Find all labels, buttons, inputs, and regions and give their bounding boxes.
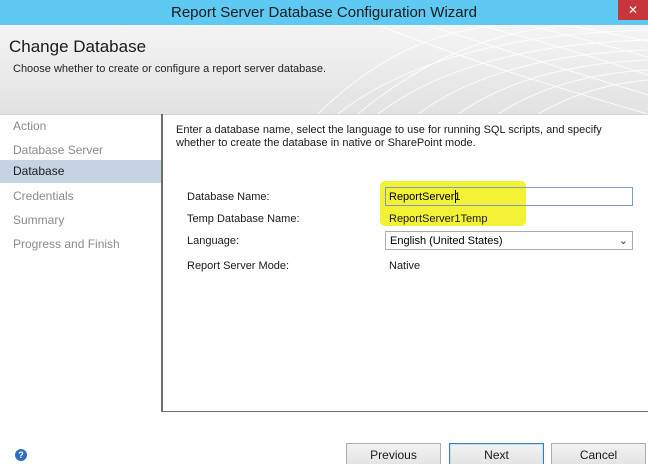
wizard-header: Change Database Choose whether to create… <box>0 25 648 114</box>
nav-item-summary[interactable]: Summary <box>0 209 161 232</box>
close-button[interactable]: ✕ <box>618 0 648 20</box>
cancel-button[interactable]: Cancel <box>551 443 646 464</box>
temp-database-name-label: Temp Database Name: <box>187 213 300 225</box>
nav-item-database[interactable]: Database <box>0 160 161 183</box>
chevron-down-icon: ⌄ <box>618 235 628 247</box>
page-title: Change Database <box>9 37 147 56</box>
header-decoration <box>318 25 648 114</box>
temp-database-name-value: ReportServer1Temp <box>389 213 488 225</box>
next-button[interactable]: Next <box>449 443 544 464</box>
nav-item-credentials[interactable]: Credentials <box>0 185 161 208</box>
window-titlebar: Report Server Database Configuration Wiz… <box>0 0 648 25</box>
help-icon[interactable]: ? <box>15 449 27 461</box>
database-name-label: Database Name: <box>187 191 270 203</box>
previous-button[interactable]: Previous <box>346 443 441 464</box>
wizard-steps-nav: Action Database Server Database Credenti… <box>0 114 161 412</box>
database-name-input[interactable] <box>385 187 633 206</box>
close-icon: ✕ <box>627 3 639 17</box>
nav-divider <box>161 114 163 412</box>
language-select[interactable]: English (United States) ⌄ <box>385 231 633 250</box>
intro-text: Enter a database name, select the langua… <box>176 124 602 149</box>
language-label: Language: <box>187 235 239 247</box>
report-server-mode-label: Report Server Mode: <box>187 260 290 272</box>
nav-item-progress-and-finish[interactable]: Progress and Finish <box>0 233 161 256</box>
report-server-mode-value: Native <box>389 260 421 272</box>
text-caret <box>455 190 456 203</box>
page-subtitle: Choose whether to create or configure a … <box>13 63 327 75</box>
content-top-border <box>161 114 648 115</box>
language-selected-value: English (United States) <box>390 235 503 247</box>
nav-item-database-server[interactable]: Database Server <box>0 139 161 162</box>
nav-item-action[interactable]: Action <box>0 115 161 138</box>
window-title: Report Server Database Configuration Wiz… <box>171 4 477 21</box>
